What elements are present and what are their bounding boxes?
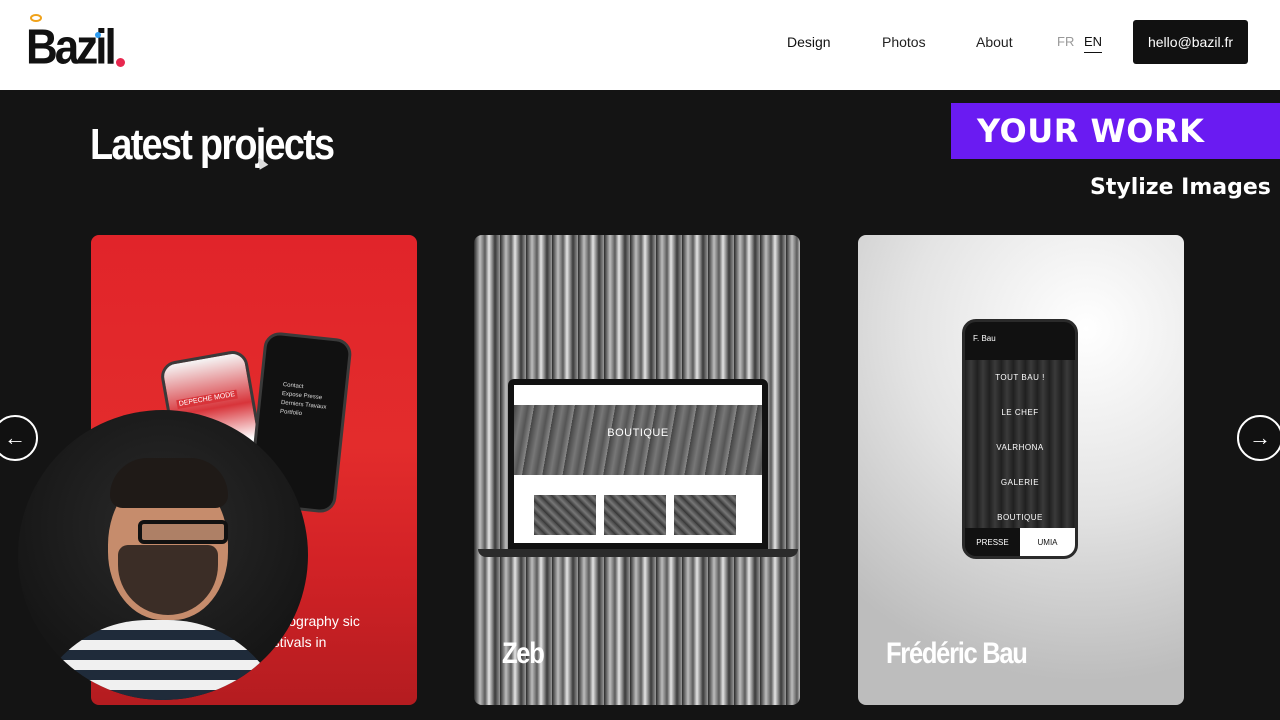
phone-menu-item: GALERIE [965, 465, 1075, 500]
site-header: Bazil Design Photos About FR EN hello@ba… [0, 0, 1280, 90]
phone-presse-button: PRESSE [965, 528, 1020, 556]
laptop-screen-title: BOUTIQUE [607, 427, 669, 439]
promo-banner: YOUR WORK [951, 103, 1280, 159]
phone-mockup: F. Bau TOUT BAU ! LE CHEF VALRHONA GALER… [962, 319, 1078, 559]
phone-umia-button: UMIA [1020, 528, 1075, 556]
laptop-thumbnail [604, 495, 666, 535]
laptop-hero: BOUTIQUE [514, 405, 762, 475]
nav-photos[interactable]: Photos [882, 34, 926, 50]
logo-text: Bazil [26, 20, 117, 75]
phone-menu: TOUT BAU ! LE CHEF VALRHONA GALERIE BOUT… [965, 360, 1075, 535]
promo-subtitle: Stylize Images [1088, 171, 1280, 203]
lang-en[interactable]: EN [1084, 34, 1103, 53]
laptop-thumbnail [534, 495, 596, 535]
person-glasses [138, 520, 228, 544]
nav-design[interactable]: Design [787, 34, 831, 50]
laptop-screen: BOUTIQUE [514, 385, 762, 543]
carousel-next-button[interactable]: → [1237, 415, 1280, 461]
project-title: Frédéric Bau [886, 637, 1028, 670]
webcam-overlay [18, 410, 308, 700]
project-card-frederic-bau[interactable]: F. Bau TOUT BAU ! LE CHEF VALRHONA GALER… [858, 235, 1184, 705]
arrow-left-icon: ← [4, 425, 26, 450]
phone-label: DEPECHE MODE [176, 389, 238, 410]
phone-menu-item: LE CHEF [965, 395, 1075, 430]
arrow-right-icon: → [1249, 425, 1271, 450]
section-title: Latest projects [90, 120, 335, 169]
person-shirt [28, 620, 288, 700]
phone-menu: Contact Expose Presse Derniers Travaux P… [279, 381, 332, 422]
laptop-base [478, 549, 798, 557]
laptop-mockup: BOUTIQUE [508, 379, 768, 549]
person-hair [110, 458, 228, 508]
project-card-zeb[interactable]: BOUTIQUE Zeb [474, 235, 800, 705]
carousel-prev-button[interactable]: ← [0, 415, 38, 461]
nav-about[interactable]: About [976, 34, 1013, 50]
logo-dot [116, 58, 125, 67]
phone-bottom-bar: PRESSE UMIA [965, 528, 1075, 556]
phone-menu-item: TOUT BAU ! [965, 360, 1075, 395]
contact-email-button[interactable]: hello@bazil.fr [1133, 20, 1248, 64]
phone-menu-item: VALRHONA [965, 430, 1075, 465]
phone-brand: F. Bau [973, 334, 996, 343]
lang-fr[interactable]: FR [1057, 34, 1074, 49]
projects-section: Latest projects YOUR WORK Stylize Images… [0, 90, 1280, 720]
laptop-thumbnail [674, 495, 736, 535]
bazil-logo[interactable]: Bazil [26, 14, 136, 75]
project-title: Zeb [502, 637, 545, 670]
logo-i-dot [95, 32, 101, 38]
